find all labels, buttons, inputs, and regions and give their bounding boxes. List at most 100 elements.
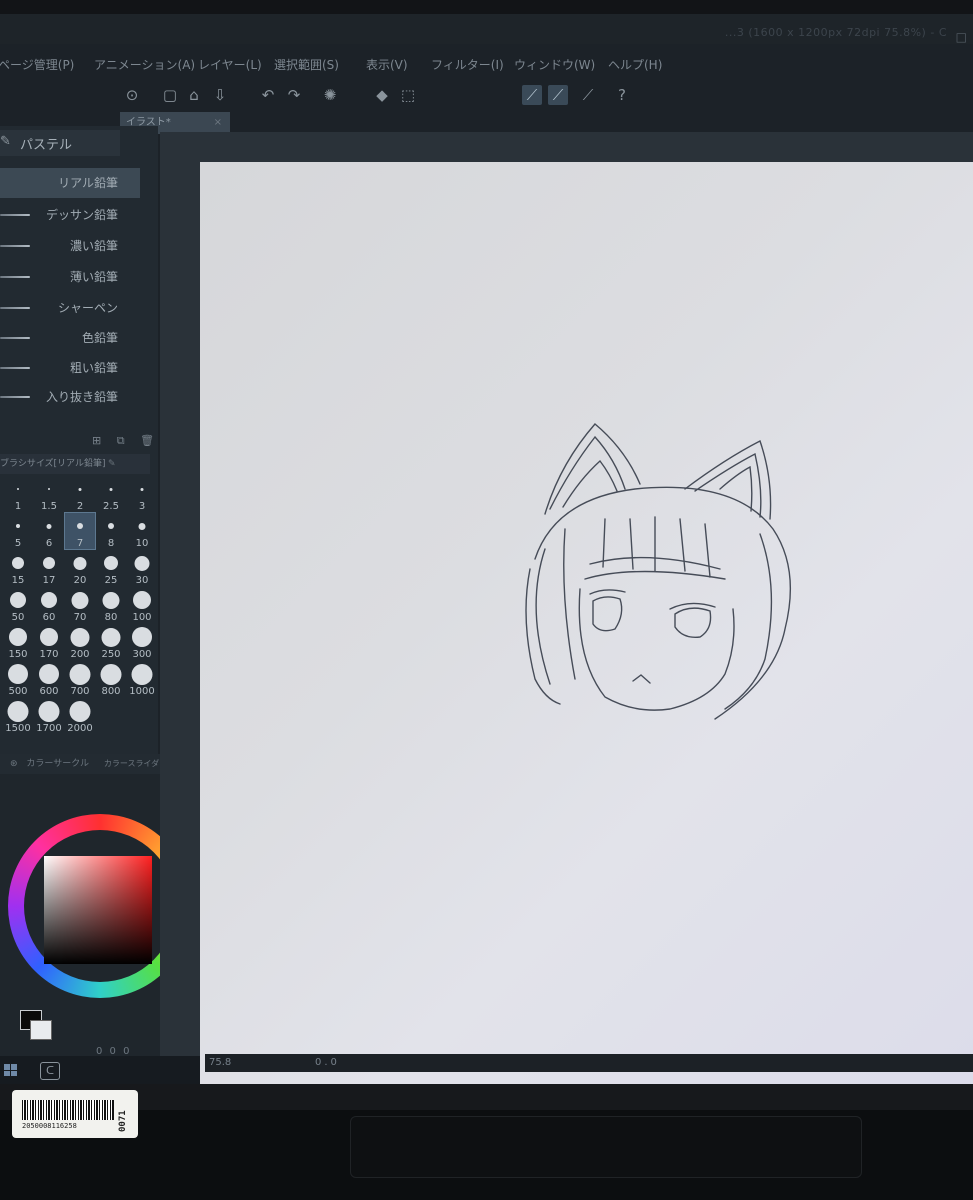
brush-size-cell[interactable]: 20 xyxy=(65,550,95,586)
brush-size-cell[interactable]: 30 xyxy=(127,550,157,586)
brush-size-cell[interactable]: 700 xyxy=(65,661,95,697)
snap-ruler-icon[interactable]: ⟋ xyxy=(522,85,542,105)
brush-size-label: 170 xyxy=(39,649,59,660)
subtool-tab-pastel[interactable]: パステル xyxy=(20,134,72,153)
brush-size-cell[interactable]: 170 xyxy=(34,624,64,660)
menu-animation[interactable]: アニメーション(A) xyxy=(94,56,195,73)
brush-label: リアル鉛筆 xyxy=(58,176,118,190)
snap-special-icon[interactable]: ⟋ xyxy=(578,85,598,105)
brush-stroke-preview xyxy=(0,276,30,278)
zoom-level[interactable]: 75.8 xyxy=(209,1054,231,1072)
brush-size-cell[interactable]: 1.5 xyxy=(34,476,64,512)
brush-size-dot xyxy=(108,523,114,529)
brush-size-cell[interactable]: 6 xyxy=(34,513,64,549)
loading-icon[interactable]: ✺ xyxy=(320,85,340,105)
brush-item[interactable]: リアル鉛筆 xyxy=(0,168,140,198)
gear-icon[interactable]: ⊛ xyxy=(10,759,18,769)
brush-size-cell[interactable]: 1000 xyxy=(127,661,157,697)
brush-size-cell[interactable]: 10 xyxy=(127,513,157,549)
brush-size-cell[interactable]: 8 xyxy=(96,513,126,549)
brush-size-cell[interactable]: 17 xyxy=(34,550,64,586)
status-bar: 75.8 0.0 xyxy=(205,1054,973,1072)
brush-size-cell[interactable]: 600 xyxy=(34,661,64,697)
com-icon[interactable]: ⊙ xyxy=(122,85,142,105)
brush-size-label: 1 xyxy=(14,501,22,512)
brush-size-label: 2.5 xyxy=(103,501,119,512)
subtool-actions[interactable]: ⊞ ⧉ 🗑 xyxy=(92,434,160,448)
fill-icon[interactable]: ◆ xyxy=(372,85,392,105)
sub-color-swatch[interactable] xyxy=(30,1020,52,1040)
brush-size-label: 70 xyxy=(73,612,87,623)
brush-size-cell[interactable]: 70 xyxy=(65,587,95,623)
pastel-icon: ✎ xyxy=(0,134,11,149)
monitor-bezel-strip xyxy=(0,1084,973,1110)
brush-size-cell[interactable]: 250 xyxy=(96,624,126,660)
undo-icon[interactable]: ↶ xyxy=(258,85,278,105)
brush-item[interactable]: 薄い鉛筆 xyxy=(0,262,140,292)
close-icon[interactable]: × xyxy=(214,112,222,134)
help-icon[interactable]: ? xyxy=(612,85,632,105)
brush-size-label: 15 xyxy=(11,575,25,586)
brush-item[interactable]: シャーペン xyxy=(0,293,140,323)
brush-size-cell[interactable]: 1500 xyxy=(3,698,33,734)
brush-size-header: ブラシサイズ[リアル鉛筆] ✎ xyxy=(0,454,150,474)
brush-size-label: 10 xyxy=(135,538,149,549)
brush-item[interactable]: 濃い鉛筆 xyxy=(0,231,140,261)
brush-size-cell[interactable]: 25 xyxy=(96,550,126,586)
brush-size-label: 1500 xyxy=(5,723,31,734)
saturation-value-square[interactable] xyxy=(44,856,152,964)
brush-size-label: 2000 xyxy=(67,723,93,734)
brush-size-cell[interactable]: 100 xyxy=(127,587,157,623)
brush-size-cell[interactable]: 500 xyxy=(3,661,33,697)
brush-size-cell[interactable]: 3 xyxy=(127,476,157,512)
brush-size-dot xyxy=(9,628,27,646)
brush-size-label: 6 xyxy=(45,538,53,549)
brush-size-dot xyxy=(104,556,118,570)
menu-filter[interactable]: フィルター(I) xyxy=(431,56,504,73)
maximize-button[interactable]: □ xyxy=(956,30,967,44)
brush-size-cell[interactable]: 2000 xyxy=(65,698,95,734)
menu-selection[interactable]: 選択範囲(S) xyxy=(274,56,339,73)
brush-item[interactable]: 粗い鉛筆 xyxy=(0,353,140,383)
brush-size-dot xyxy=(78,487,82,491)
redo-icon[interactable]: ↷ xyxy=(284,85,304,105)
brush-size-cell[interactable]: 5 xyxy=(3,513,33,549)
brush-size-dot xyxy=(69,663,91,685)
brush-size-dot xyxy=(38,700,60,722)
snap-grid-icon[interactable]: ⟋ xyxy=(548,85,568,105)
transform-icon[interactable]: ⬚ xyxy=(398,85,418,105)
brush-label: デッサン鉛筆 xyxy=(45,208,118,222)
menu-view[interactable]: 表示(V) xyxy=(366,56,408,73)
windows-start-icon[interactable] xyxy=(4,1064,17,1076)
brush-size-dot xyxy=(138,522,146,530)
brush-size-cell[interactable]: 15 xyxy=(3,550,33,586)
save-icon[interactable]: ⇩ xyxy=(210,85,230,105)
brush-size-cell[interactable]: 1 xyxy=(3,476,33,512)
brush-size-cell[interactable]: 200 xyxy=(65,624,95,660)
brush-size-cell[interactable]: 2.5 xyxy=(96,476,126,512)
brush-size-cell[interactable]: 60 xyxy=(34,587,64,623)
new-file-icon[interactable]: ▢ xyxy=(160,85,180,105)
menu-help[interactable]: ヘルプ(H) xyxy=(608,56,662,73)
menu-page[interactable]: ページ管理(P) xyxy=(0,56,74,73)
brush-size-cell[interactable]: 2 xyxy=(65,476,95,512)
open-icon[interactable]: ⌂ xyxy=(184,85,204,105)
clip-studio-icon[interactable]: ᑕ xyxy=(40,1062,60,1080)
brush-size-label: 7 xyxy=(76,538,84,549)
brush-size-cell[interactable]: 80 xyxy=(96,587,126,623)
brush-size-cell[interactable]: 800 xyxy=(96,661,126,697)
tab-color-circle[interactable]: カラーサークル xyxy=(26,759,89,769)
brush-item[interactable]: 入り抜き鉛筆 xyxy=(0,382,140,412)
brush-item[interactable]: 色鉛筆 xyxy=(0,323,140,353)
menu-layer[interactable]: レイヤー(L) xyxy=(198,56,262,73)
brush-size-dot xyxy=(17,488,19,490)
brush-size-cell[interactable]: 1700 xyxy=(34,698,64,734)
brush-size-cell[interactable]: 300 xyxy=(127,624,157,660)
pen-icon: ✎ xyxy=(108,459,116,469)
brush-size-cell[interactable]: 50 xyxy=(3,587,33,623)
brush-item[interactable]: デッサン鉛筆 xyxy=(0,200,140,230)
brush-size-dot xyxy=(8,664,28,684)
brush-size-cell[interactable]: 150 xyxy=(3,624,33,660)
brush-size-cell[interactable]: 7 xyxy=(64,512,96,550)
menu-window[interactable]: ウィンドウ(W) xyxy=(514,56,595,73)
